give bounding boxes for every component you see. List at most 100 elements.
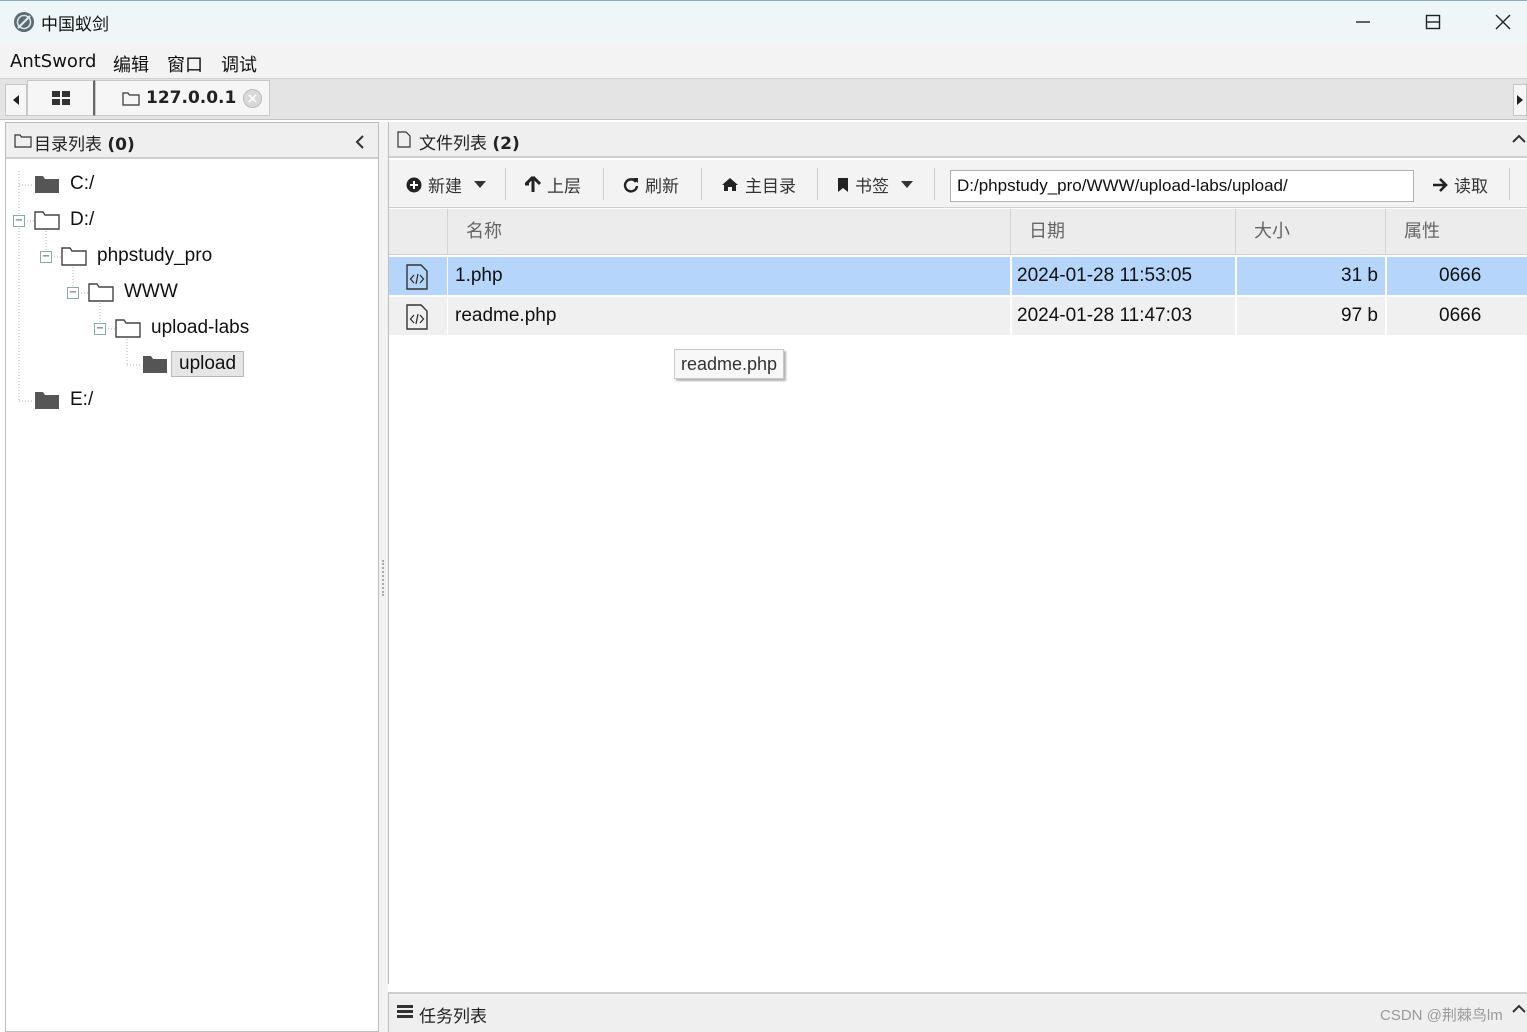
column-size[interactable]: 大小 [1235, 209, 1385, 255]
tab-scroll-right-button[interactable] [1513, 84, 1527, 116]
folder-open-icon [88, 283, 114, 302]
tree-node-e[interactable]: E:/ [34, 389, 93, 411]
directory-panel-header: 目录列表 (0) [6, 123, 378, 159]
tree-toggle-www[interactable]: − [67, 287, 79, 299]
column-date[interactable]: 日期 [1010, 209, 1235, 255]
tree-node-upload-labs[interactable]: upload-labs [115, 317, 249, 339]
path-input[interactable] [950, 170, 1414, 202]
tree-label-phpstudy: phpstudy_pro [97, 245, 213, 266]
tab-host[interactable]: 127.0.0.1 [95, 80, 270, 116]
file-panel-header: 文件列表 (2) [389, 122, 1527, 158]
grid-icon [51, 91, 70, 105]
window-titlebar [0, 0, 1527, 44]
file-name: readme.php [455, 305, 557, 326]
arrow-right-icon [1433, 177, 1448, 192]
file-panel-title-text: 文件列表 [419, 134, 487, 154]
close-icon [1495, 14, 1511, 30]
home-icon [722, 178, 738, 191]
file-grid-header: 名称 日期 大小 属性 [389, 209, 1527, 255]
bookmark-icon [838, 177, 848, 192]
bookmark-button[interactable]: 书签 [837, 172, 919, 197]
tree-node-d[interactable]: D:/ [34, 209, 94, 231]
file-date: 2024-01-28 11:47:03 [1017, 305, 1193, 326]
maximize-button[interactable] [1398, 0, 1468, 44]
minimize-icon [1356, 21, 1370, 23]
menu-window[interactable]: 窗口 [167, 51, 203, 77]
file-toolbar: 新建 上层 刷新 主目录 书签 读取 [389, 160, 1527, 208]
toolbar-separator [603, 168, 604, 200]
menu-debug[interactable]: 调试 [221, 51, 257, 77]
folder-icon [14, 134, 32, 148]
file-icon [397, 131, 411, 148]
toolbar-separator [817, 168, 818, 200]
chevron-up-icon[interactable] [1512, 134, 1526, 144]
tree-toggle-upload-labs[interactable]: − [94, 323, 106, 335]
file-count: (2) [492, 134, 520, 154]
splitter-grip[interactable] [382, 560, 384, 596]
tree-node-c[interactable]: C:/ [34, 173, 94, 195]
arrow-up-icon [525, 176, 541, 192]
minimize-button[interactable] [1328, 0, 1398, 44]
toolbar-separator [1509, 168, 1510, 200]
antsword-logo-icon [14, 12, 34, 32]
watermark: CSDN @荆棘鸟lm [1380, 1007, 1503, 1024]
tree-label-www: WWW [124, 281, 178, 302]
refresh-button-label: 刷新 [645, 177, 679, 197]
maximize-icon [1425, 14, 1441, 30]
file-attributes: 0666 [1439, 305, 1482, 326]
file-attributes: 0666 [1439, 265, 1482, 286]
toolbar-separator [934, 168, 935, 200]
caret-down-icon [901, 180, 913, 188]
tab-home-grid[interactable] [27, 80, 95, 116]
tree-node-phpstudy[interactable]: phpstudy_pro [61, 245, 212, 267]
tab-close-button[interactable] [243, 89, 262, 108]
home-button-label: 主目录 [745, 177, 796, 197]
home-button[interactable]: 主目录 [721, 172, 796, 197]
task-panel: 任务列表 [388, 992, 1527, 1032]
tree-label-e: E:/ [70, 389, 94, 410]
tree-node-www[interactable]: WWW [88, 281, 178, 303]
refresh-icon [623, 177, 639, 192]
read-button[interactable]: 读取 [1432, 172, 1488, 197]
directory-panel-title: 目录列表 (0) [34, 130, 135, 155]
file-name: 1.php [455, 265, 503, 286]
chevron-up-icon[interactable] [1512, 1004, 1526, 1014]
close-button[interactable] [1468, 0, 1527, 44]
refresh-button[interactable]: 刷新 [623, 172, 679, 197]
close-icon [248, 94, 257, 103]
tab-host-label: 127.0.0.1 [146, 88, 237, 108]
menu-antsword[interactable]: AntSword [10, 51, 96, 72]
tree-toggle-phpstudy[interactable]: − [40, 251, 52, 263]
folder-closed-icon [35, 392, 59, 409]
caret-left-icon [13, 95, 19, 105]
column-name[interactable]: 名称 [447, 209, 1010, 255]
caret-right-icon [1516, 95, 1523, 105]
file-panel: 文件列表 (2) 新建 上层 刷新 主目录 书签 D:/phpstudy_pro… [388, 122, 1527, 984]
collapse-left-icon[interactable] [355, 135, 365, 149]
tree-node-upload[interactable]: upload [142, 351, 245, 377]
file-name-tooltip: readme.php [674, 349, 785, 379]
folder-closed-icon [35, 176, 59, 193]
file-size: 97 b [1341, 305, 1378, 326]
folder-icon [122, 92, 140, 106]
tree-label-c: C:/ [70, 173, 95, 194]
task-panel-title: 任务列表 [419, 1007, 487, 1027]
caret-down-icon [474, 180, 486, 188]
tree-toggle-d[interactable]: − [13, 215, 25, 227]
column-attributes[interactable]: 属性 [1385, 209, 1527, 255]
file-row[interactable]: readme.php 2024-01-28 11:47:03 97 b 0666 [389, 297, 1527, 335]
file-panel-title: 文件列表 (2) [419, 129, 520, 154]
file-date: 2024-01-28 11:53:05 [1017, 265, 1193, 286]
new-button[interactable]: 新建 [406, 172, 492, 197]
tab-scroll-left-button[interactable] [5, 84, 27, 116]
new-button-label: 新建 [428, 177, 462, 197]
file-row[interactable]: 1.php 2024-01-28 11:53:05 31 b 0666 [389, 257, 1527, 295]
tree-label-d: D:/ [70, 209, 95, 230]
list-icon [397, 1005, 413, 1018]
tree-lines [18, 171, 142, 402]
directory-panel: 目录列表 (0) − − − − C:/ D:/ phpstudy_pro WW… [5, 122, 379, 1032]
toolbar-separator [505, 168, 506, 200]
up-button[interactable]: 上层 [525, 172, 581, 197]
tree-label-upload: upload [171, 351, 245, 377]
menu-edit[interactable]: 编辑 [113, 51, 149, 77]
